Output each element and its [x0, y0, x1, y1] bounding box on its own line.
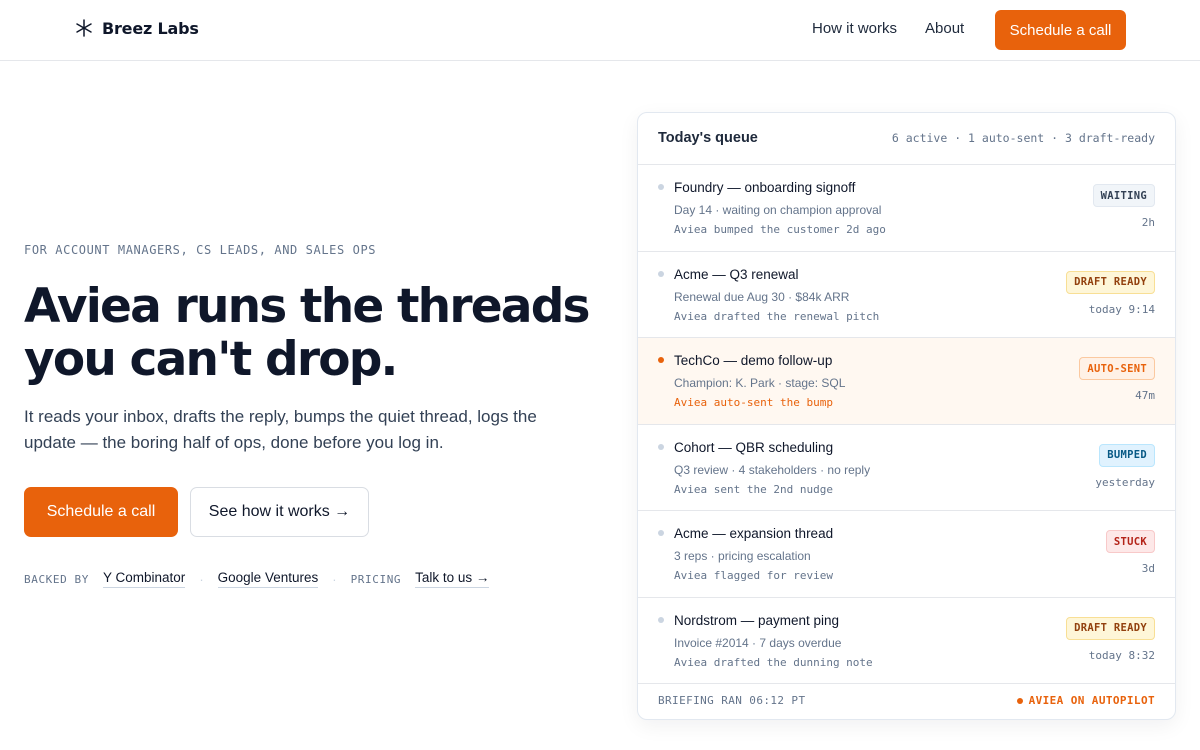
status-dot-icon [658, 357, 664, 363]
row-action: Aviea bumped the customer 2d ago [674, 223, 886, 236]
status-dot-icon [658, 616, 664, 623]
backed-by-label: BACKED BY [24, 572, 90, 586]
briefing-timestamp: BRIEFING RAN 06:12 PT [658, 694, 806, 707]
status-badge: DRAFT READY [1066, 270, 1155, 294]
row-time: today 9:14 [1088, 302, 1155, 316]
row-time: 47m [1135, 389, 1155, 402]
row-action: Aviea auto-sent the bump [674, 396, 833, 409]
status-badge: AUTO-SENT [1079, 357, 1155, 380]
queue-row[interactable]: Acme — expansion thread 3 reps · pricing… [638, 511, 1175, 598]
queue-summary: 6 active · 1 auto-sent · 3 draft-ready [891, 131, 1155, 145]
row-time: yesterday [1095, 475, 1155, 489]
row-action: Aviea drafted the renewal pitch [674, 309, 880, 323]
backer-y-combinator[interactable]: Y Combinator [103, 570, 186, 588]
row-action: Aviea sent the 2nd nudge [674, 482, 833, 496]
row-detail: Champion: K. Park · stage: SQL [674, 376, 846, 390]
status-badge: STUCK [1105, 530, 1155, 553]
row-time: today 8:32 [1088, 648, 1155, 662]
status-dot-icon [1016, 697, 1023, 704]
backer-google-ventures[interactable]: Google Ventures [217, 570, 319, 588]
status-dot-icon [658, 184, 664, 190]
row-title: Foundry — onboarding signoff [674, 180, 856, 195]
hero-headline: Aviea runs the threads you can't drop. [24, 280, 594, 386]
brand-name: Breez Labs [102, 18, 199, 38]
schedule-call-button[interactable]: Schedule a call [24, 487, 178, 537]
status-badge: DRAFT READY [1066, 616, 1155, 640]
row-detail: Day 14 · waiting on champion approval [674, 203, 882, 217]
status-dot-icon [658, 530, 664, 536]
separator-dot: · [332, 571, 337, 587]
asterisk-spark-icon [76, 19, 92, 37]
queue-footer: BRIEFING RAN 06:12 PT AVIEA ON AUTOPILOT [638, 682, 1175, 719]
row-time: 3d [1141, 562, 1155, 575]
row-title: Nordstrom — payment ping [674, 612, 840, 628]
hero-subtext: It reads your inbox, drafts the reply, b… [24, 407, 537, 452]
queue-row[interactable]: TechCo — demo follow-up Champion: K. Par… [638, 338, 1175, 425]
headline-line-2: you can't drop. [24, 332, 398, 387]
queue-header: Today's queue 6 active · 1 auto-sent · 3… [638, 113, 1175, 165]
row-detail: 3 reps · pricing escalation [674, 549, 811, 563]
queue-card: Today's queue 6 active · 1 auto-sent · 3… [637, 112, 1176, 720]
queue-row[interactable]: Nordstrom — payment ping Invoice #2014 ·… [638, 598, 1175, 684]
autopilot-label: AVIEA ON AUTOPILOT [1028, 694, 1155, 707]
headline-line-1: Aviea runs the threads [24, 279, 591, 334]
hero-eyebrow: FOR ACCOUNT MANAGERS, CS LEADS, AND SALE… [24, 243, 377, 257]
status-dot-icon [658, 270, 664, 277]
nav-schedule-call-button[interactable]: Schedule a call [995, 10, 1126, 50]
nav-link-how-it-works[interactable]: How it works [812, 20, 897, 37]
pricing-label: PRICING [350, 572, 402, 586]
queue-row[interactable]: Foundry — onboarding signoff Day 14 · wa… [638, 165, 1175, 252]
row-action: Aviea flagged for review [674, 569, 833, 582]
backers-row: BACKED BY Y Combinator · Google Ventures… [24, 570, 490, 588]
talk-to-us-link[interactable]: Talk to us → [415, 570, 490, 588]
autopilot-status: AVIEA ON AUTOPILOT [1016, 694, 1155, 707]
row-detail: Q3 review · 4 stakeholders · no reply [674, 462, 871, 477]
separator-dot: · [199, 571, 204, 587]
queue-title: Today's queue [658, 130, 758, 146]
row-detail: Invoice #2014 · 7 days overdue [674, 635, 842, 650]
row-detail: Renewal due Aug 30 · $84k ARR [674, 289, 850, 304]
top-nav: Breez Labs How it works About Schedule a… [0, 0, 1200, 61]
row-action: Aviea drafted the dunning note [674, 655, 873, 669]
see-how-it-works-button[interactable]: See how it works → [190, 487, 369, 537]
row-title: Cohort — QBR scheduling [674, 439, 834, 455]
row-title: TechCo — demo follow-up [674, 353, 833, 368]
nav-link-about[interactable]: About [925, 20, 964, 37]
row-title: Acme — Q3 renewal [674, 266, 799, 282]
brand[interactable]: Breez Labs [74, 18, 199, 38]
row-time: 2h [1141, 216, 1155, 229]
row-title: Acme — expansion thread [674, 526, 834, 541]
status-badge: WAITING [1092, 184, 1155, 207]
status-dot-icon [658, 443, 664, 450]
status-badge: BUMPED [1099, 443, 1155, 467]
queue-row[interactable]: Acme — Q3 renewal Renewal due Aug 30 · $… [638, 252, 1175, 338]
queue-row[interactable]: Cohort — QBR scheduling Q3 review · 4 st… [638, 425, 1175, 511]
